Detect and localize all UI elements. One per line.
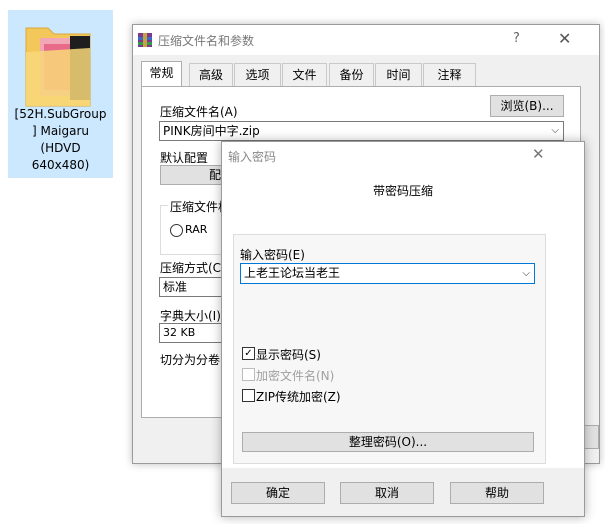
tab-advanced[interactable]: 高级: [189, 63, 233, 86]
method-combo[interactable]: 标准: [159, 277, 229, 297]
file-label-line: 640x480): [31, 158, 90, 172]
dict-size-combo[interactable]: 32 KB: [159, 323, 229, 343]
encrypt-names-checkbox[interactable]: [242, 368, 255, 381]
title-bar[interactable]: 压缩文件名和参数 ? ✕: [133, 25, 599, 55]
folder-thumbnail-icon[interactable]: [22, 18, 94, 110]
tab-general[interactable]: 常规: [141, 61, 182, 86]
help-button[interactable]: ?: [513, 31, 520, 46]
window-title: 压缩文件名和参数: [158, 34, 255, 48]
winrar-icon: [138, 33, 152, 47]
file-label-line: [52H.SubGroup: [14, 107, 107, 121]
browse-button[interactable]: 浏览(B)...: [490, 95, 564, 117]
cancel-button[interactable]: 取消: [340, 482, 434, 504]
dict-size-label: 字典大小(I): [160, 309, 221, 323]
close-button[interactable]: ✕: [532, 145, 545, 163]
organize-passwords-button[interactable]: 整理密码(O)...: [242, 432, 534, 452]
tab-files[interactable]: 文件: [282, 63, 327, 86]
password-input[interactable]: 上老王论坛当老王 ⌵: [240, 263, 535, 284]
password-label: 输入密码(E): [240, 248, 305, 262]
zip-legacy-checkbox[interactable]: [242, 389, 255, 402]
encrypt-names-label: 加密文件名(N): [256, 369, 335, 383]
dialog-panel: 带密码压缩 输入密码(E) 上老王论坛当老王 ⌵ ✓ 显示密码(S) 加密文件名…: [222, 168, 584, 468]
tab-comment[interactable]: 注释: [423, 63, 476, 86]
dict-size-value: 32 KB: [163, 326, 196, 339]
show-password-checkbox[interactable]: ✓: [242, 347, 255, 360]
dialog-title: 输入密码: [228, 150, 277, 164]
show-password-label: 显示密码(S): [256, 348, 321, 362]
tab-options[interactable]: 选项: [234, 63, 281, 86]
chevron-down-icon[interactable]: ⌵: [522, 264, 530, 283]
profiles-button[interactable]: 配: [160, 165, 230, 185]
dialog-heading: 带密码压缩: [372, 184, 433, 198]
archive-name-combo[interactable]: PINK房间中字.zip ⌵: [159, 121, 564, 141]
ok-button[interactable]: 确定: [231, 482, 325, 504]
chevron-down-icon[interactable]: ⌵: [551, 122, 559, 140]
tab-time[interactable]: 时间: [375, 63, 422, 86]
rar-label: RAR: [185, 223, 208, 236]
file-label: [52H.SubGroup ] Maigaru (HDVD 640x480): [8, 106, 113, 174]
zip-legacy-label: ZIP传统加密(Z): [256, 390, 341, 404]
method-label: 压缩方式(C): [160, 261, 226, 275]
rar-radio[interactable]: [170, 224, 183, 237]
password-dialog: 输入密码 ✕ 带密码压缩 输入密码(E) 上老王论坛当老王 ⌵ ✓ 显示密码(S…: [221, 141, 585, 517]
password-value: 上老王论坛当老王: [244, 266, 341, 280]
tab-backup[interactable]: 备份: [329, 63, 374, 86]
dialog-title-bar[interactable]: 输入密码 ✕: [222, 142, 584, 168]
default-profile-label: 默认配置: [160, 151, 209, 165]
method-value: 标准: [163, 280, 188, 294]
file-label-line: (HDVD: [40, 141, 81, 155]
split-volumes-label: 切分为分卷(: [160, 353, 225, 367]
password-group: 输入密码(E) 上老王论坛当老王 ⌵ ✓ 显示密码(S) 加密文件名(N) ZI…: [233, 234, 546, 464]
close-button[interactable]: ✕: [558, 29, 571, 48]
file-label-line: ] Maigaru: [31, 124, 90, 138]
archive-name-value: PINK房间中字.zip: [163, 124, 260, 138]
archive-name-label: 压缩文件名(A): [160, 105, 238, 119]
help-button[interactable]: 帮助: [450, 482, 544, 504]
